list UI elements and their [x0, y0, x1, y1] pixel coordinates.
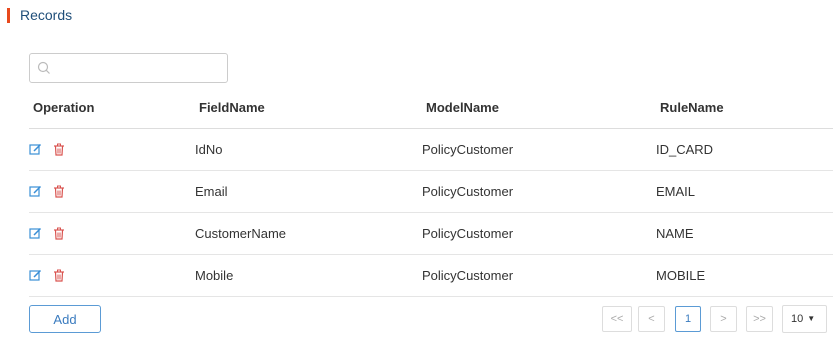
modelname-cell: PolicyCustomer	[422, 170, 656, 213]
fieldname-cell: CustomerName	[195, 212, 422, 255]
column-header-rulename[interactable]: RuleName	[656, 88, 833, 129]
rulename-cell: NAME	[656, 212, 833, 255]
title-accent-bar	[7, 7, 10, 23]
modelname-cell: PolicyCustomer	[422, 128, 656, 171]
operation-cell	[29, 254, 195, 297]
column-header-operation[interactable]: Operation	[29, 88, 195, 129]
chevron-down-icon: ▼	[807, 314, 816, 323]
search-input[interactable]	[56, 58, 221, 78]
delete-icon[interactable]	[53, 227, 67, 241]
edit-icon[interactable]	[29, 185, 43, 199]
last-page-button[interactable]: >>	[746, 306, 773, 332]
records-table: Operation FieldName ModelName RuleName I…	[29, 88, 833, 297]
table-row: IdNo PolicyCustomer ID_CARD	[29, 128, 833, 171]
table-row: Mobile PolicyCustomer MOBILE	[29, 254, 833, 297]
rulename-cell: EMAIL	[656, 170, 833, 213]
table-header-row: Operation FieldName ModelName RuleName	[29, 88, 833, 129]
fieldname-cell: Mobile	[195, 254, 422, 297]
column-header-modelname[interactable]: ModelName	[422, 88, 656, 129]
page-size-select[interactable]: 10 ▼	[782, 305, 827, 333]
add-button[interactable]: Add	[29, 305, 101, 333]
table-row: CustomerName PolicyCustomer NAME	[29, 212, 833, 255]
edit-icon[interactable]	[29, 269, 43, 283]
delete-icon[interactable]	[53, 185, 67, 199]
rulename-cell: ID_CARD	[656, 128, 833, 171]
operation-cell	[29, 128, 195, 171]
edit-icon[interactable]	[29, 143, 43, 157]
search-field[interactable]	[29, 53, 228, 83]
page-1-button[interactable]: 1	[675, 306, 701, 332]
modelname-cell: PolicyCustomer	[422, 254, 656, 297]
page-size-value: 10	[791, 313, 804, 325]
fieldname-cell: Email	[195, 170, 422, 213]
page-title: Records	[20, 7, 73, 23]
delete-icon[interactable]	[53, 143, 67, 157]
section-header: Records	[7, 7, 72, 23]
modelname-cell: PolicyCustomer	[422, 212, 656, 255]
rulename-cell: MOBILE	[656, 254, 833, 297]
operation-cell	[29, 170, 195, 213]
operation-cell	[29, 212, 195, 255]
prev-page-button[interactable]: <	[638, 306, 665, 332]
table-row: Email PolicyCustomer EMAIL	[29, 170, 833, 213]
edit-icon[interactable]	[29, 227, 43, 241]
first-page-button[interactable]: <<	[602, 306, 632, 332]
search-icon	[37, 61, 50, 74]
next-page-button[interactable]: >	[710, 306, 737, 332]
fieldname-cell: IdNo	[195, 128, 422, 171]
delete-icon[interactable]	[53, 269, 67, 283]
column-header-fieldname[interactable]: FieldName	[195, 88, 422, 129]
